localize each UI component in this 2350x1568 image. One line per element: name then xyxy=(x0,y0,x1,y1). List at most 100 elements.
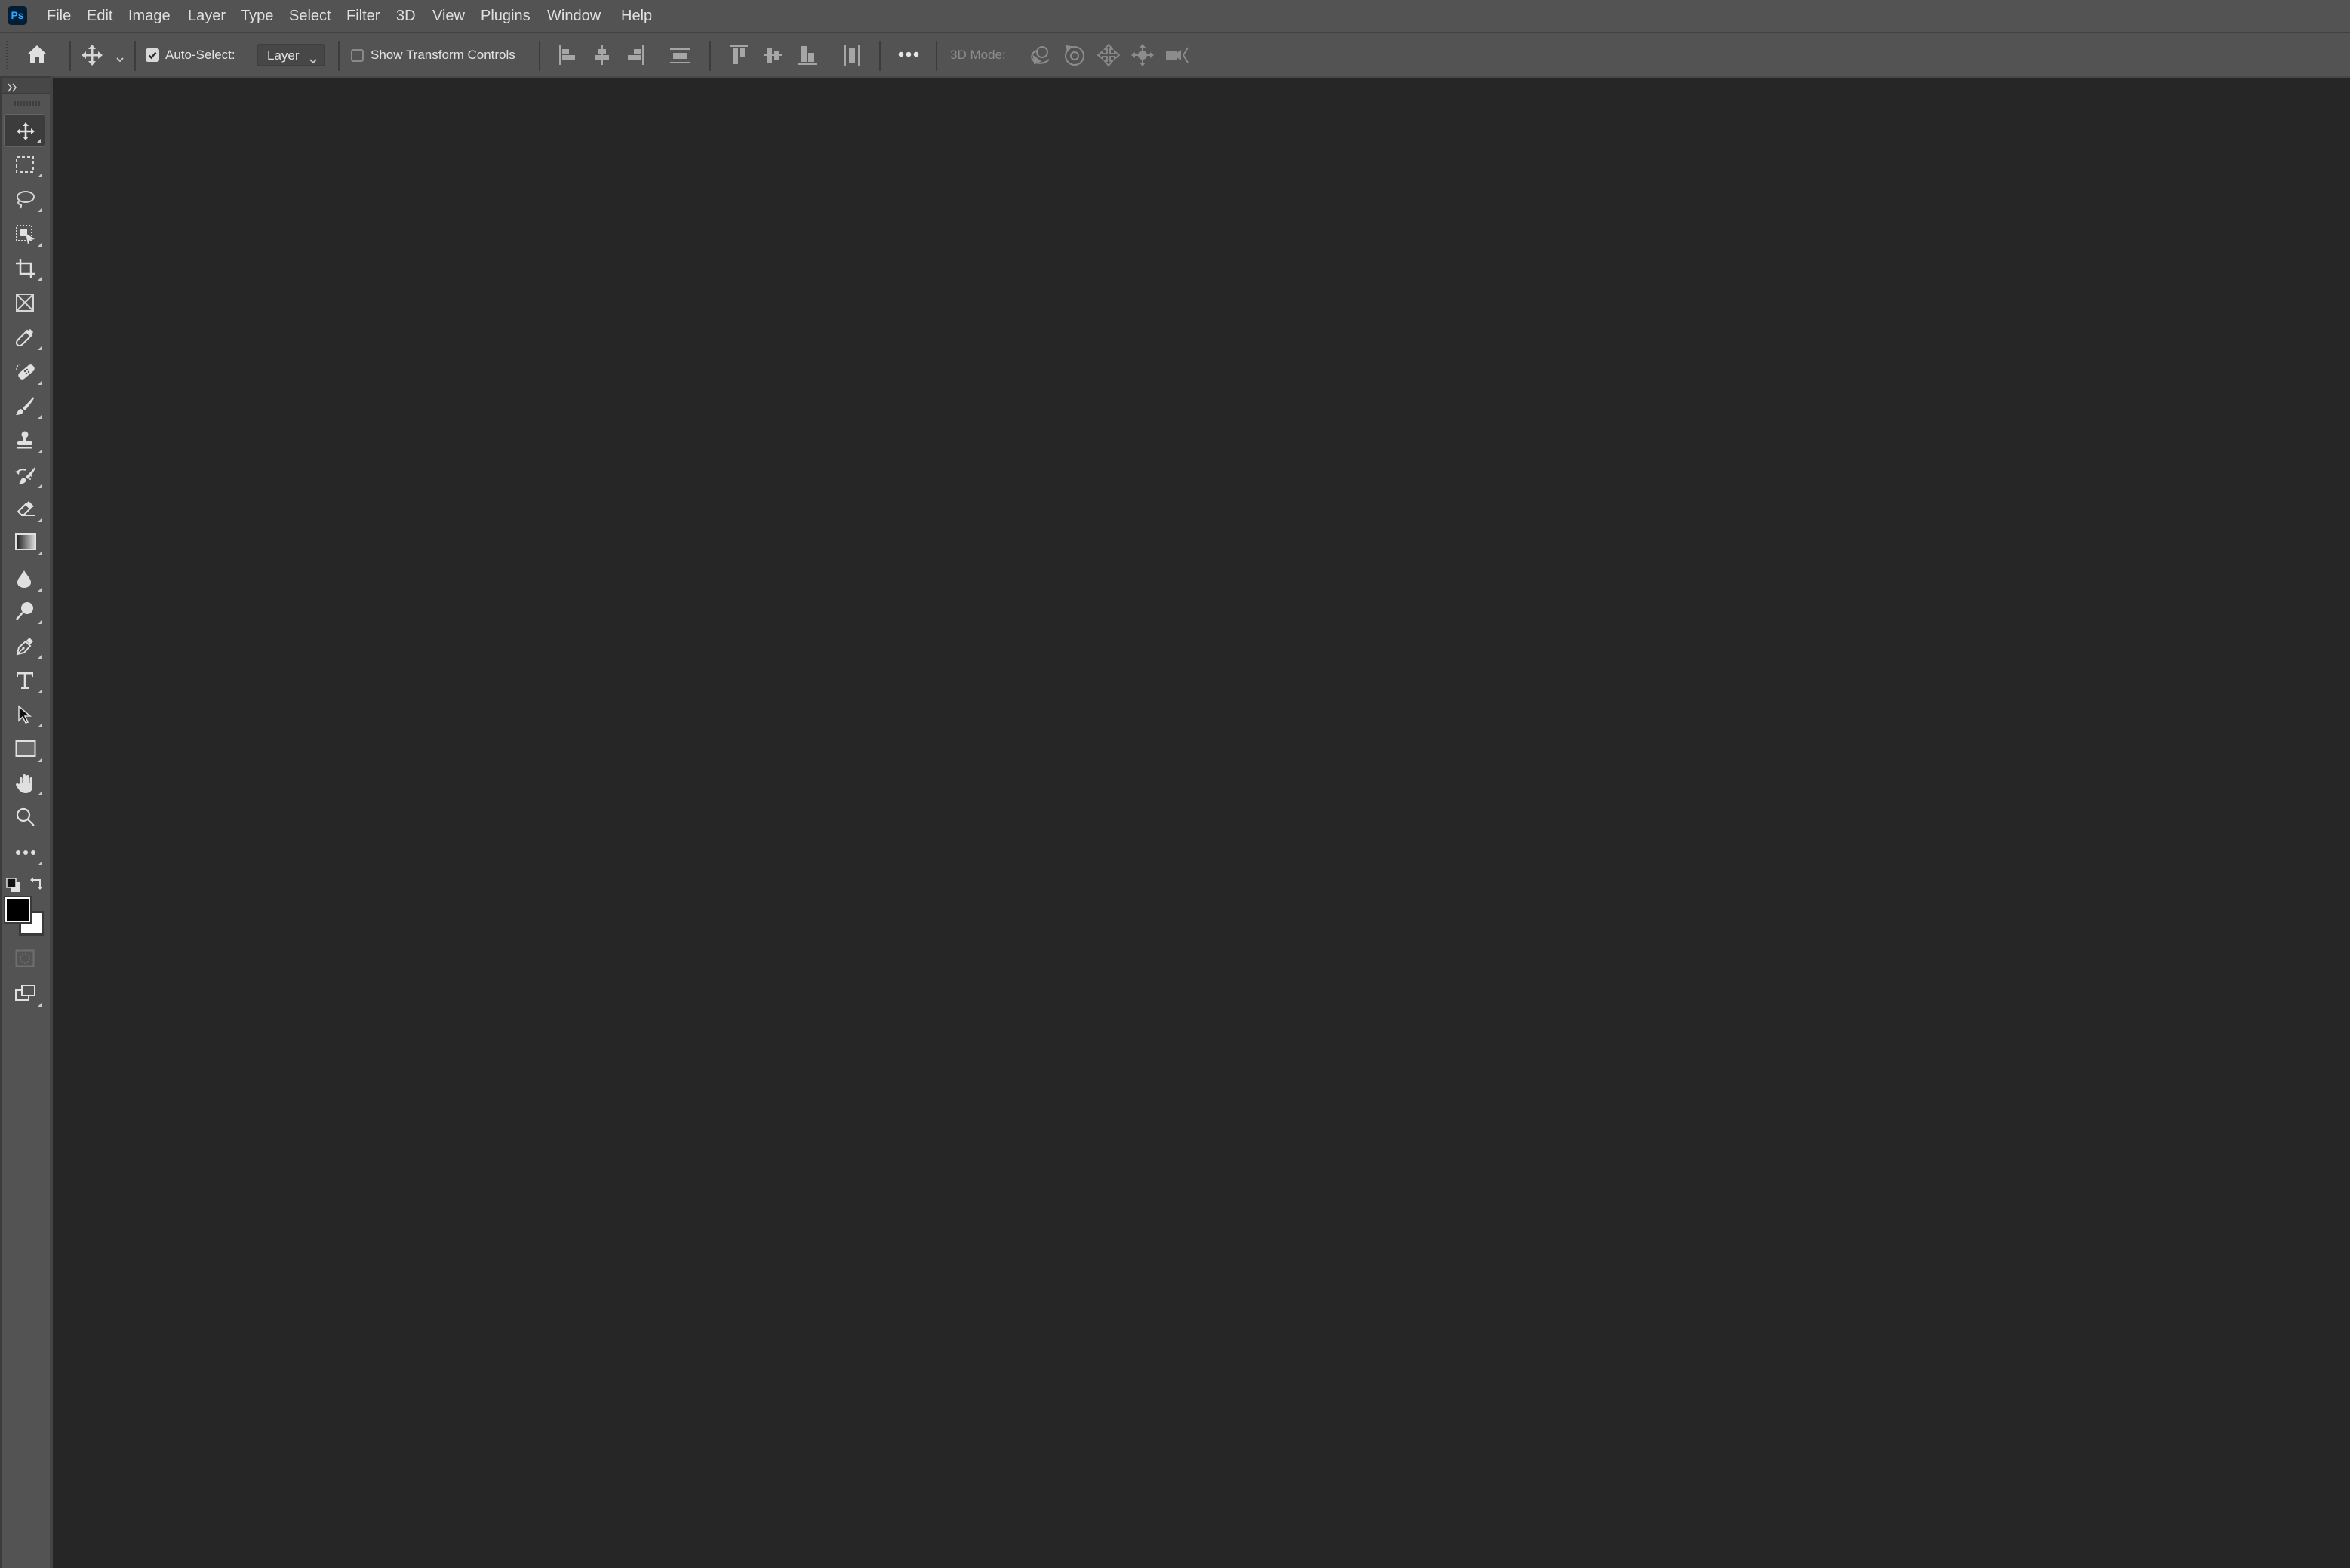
menu-bar: Ps File Edit Image Layer Type Select Fil… xyxy=(0,0,2350,33)
zoom-tool[interactable] xyxy=(4,800,45,833)
home-icon[interactable] xyxy=(26,45,48,64)
brush-tool[interactable] xyxy=(4,389,45,423)
auto-select-target-value: Layer xyxy=(267,48,300,63)
brush-icon xyxy=(16,397,34,415)
default-colors-icon[interactable] xyxy=(6,878,21,893)
dodge-icon xyxy=(16,602,33,620)
orbit-3d-icon[interactable] xyxy=(1028,43,1052,67)
blur-tool[interactable] xyxy=(4,562,45,595)
eraser-icon xyxy=(17,501,35,516)
hand-tool[interactable] xyxy=(4,766,45,799)
frame-tool[interactable] xyxy=(4,286,45,319)
document-workspace[interactable] xyxy=(53,78,2350,1568)
distribute-vertical-centers-icon[interactable] xyxy=(669,48,691,64)
gradient-tool[interactable] xyxy=(4,526,45,559)
separator xyxy=(338,41,340,71)
align-horizontal-centers-icon[interactable] xyxy=(593,45,611,66)
separator xyxy=(879,41,881,71)
gradient-icon xyxy=(15,533,36,550)
type-icon xyxy=(17,672,33,689)
eraser-tool[interactable] xyxy=(4,493,45,526)
more-options-icon[interactable] xyxy=(898,51,919,57)
options-bar: Auto-Select: Layer Show Transform Contro… xyxy=(0,33,2350,78)
align-right-edges-icon[interactable] xyxy=(626,45,644,66)
show-transform-controls-label: Show Transform Controls xyxy=(371,48,515,62)
marquee-icon xyxy=(16,156,34,173)
tools-panel-header xyxy=(2,78,50,93)
menu-window[interactable]: Window xyxy=(547,0,601,32)
align-bottom-edges-icon[interactable] xyxy=(798,45,817,66)
path-selection-arrow-icon xyxy=(18,705,32,724)
object-selection-tool[interactable] xyxy=(4,217,45,251)
menu-plugins[interactable]: Plugins xyxy=(481,0,531,32)
path-selection-tool[interactable] xyxy=(4,698,45,731)
blur-drop-icon xyxy=(17,570,31,588)
menu-type[interactable]: Type xyxy=(241,0,273,32)
menu-select[interactable]: Select xyxy=(289,0,331,32)
rectangular-marquee-tool[interactable] xyxy=(4,148,45,181)
photoshop-logo: Ps xyxy=(8,6,27,25)
healing-brush-icon xyxy=(16,363,35,380)
show-transform-controls-checkbox[interactable] xyxy=(351,49,364,62)
distribute-horizontal-centers-icon[interactable] xyxy=(844,44,860,66)
tools-panel-grip[interactable] xyxy=(14,101,40,106)
align-top-edges-icon[interactable] xyxy=(729,45,749,66)
eyedropper-tool[interactable] xyxy=(4,321,45,354)
swap-colors-icon[interactable] xyxy=(29,876,45,894)
edit-toolbar-button[interactable] xyxy=(4,836,45,869)
options-bar-grip[interactable] xyxy=(6,41,8,69)
move-tool[interactable] xyxy=(4,114,45,147)
crop-icon xyxy=(16,259,35,278)
align-vertical-centers-icon[interactable] xyxy=(763,45,783,66)
roll-3d-icon[interactable] xyxy=(1062,43,1086,67)
menu-filter[interactable]: Filter xyxy=(346,0,380,32)
align-left-edges-icon[interactable] xyxy=(558,45,577,66)
menu-3d[interactable]: 3D xyxy=(396,0,416,32)
pen-tool[interactable] xyxy=(4,629,45,663)
separator xyxy=(69,41,71,71)
chevron-down-icon xyxy=(309,53,318,67)
tool-preset-chevron-icon[interactable] xyxy=(115,51,125,66)
auto-select-label: Auto-Select: xyxy=(165,48,235,62)
object-selection-icon xyxy=(16,225,35,244)
separator xyxy=(936,41,937,71)
frame-icon xyxy=(16,294,34,312)
hand-icon xyxy=(16,774,32,793)
menu-view[interactable]: View xyxy=(432,0,465,32)
slide-3d-icon[interactable] xyxy=(1130,43,1155,67)
spot-healing-brush-tool[interactable] xyxy=(4,355,45,389)
scale-3d-icon[interactable] xyxy=(1165,45,1189,66)
drag-3d-icon[interactable] xyxy=(1097,43,1121,67)
magnifier-icon xyxy=(16,807,35,826)
separator xyxy=(134,41,136,71)
eyedropper-icon xyxy=(15,329,33,347)
screen-mode-button[interactable] xyxy=(4,977,45,1010)
quick-mask-icon xyxy=(15,949,35,967)
auto-select-checkbox[interactable] xyxy=(146,48,159,62)
menu-help[interactable]: Help xyxy=(621,0,652,32)
crop-tool[interactable] xyxy=(4,251,45,284)
history-brush-tool[interactable] xyxy=(4,459,45,492)
dodge-tool[interactable] xyxy=(4,595,45,628)
menu-edit[interactable]: Edit xyxy=(87,0,112,32)
lasso-tool[interactable] xyxy=(4,183,45,216)
type-tool[interactable] xyxy=(4,664,45,697)
collapse-panel-icon[interactable] xyxy=(8,81,18,95)
foreground-color-swatch[interactable] xyxy=(4,896,32,924)
menu-layer[interactable]: Layer xyxy=(188,0,226,32)
menu-image[interactable]: Image xyxy=(128,0,171,32)
separator xyxy=(539,41,540,71)
move-tool-icon[interactable] xyxy=(81,44,103,66)
menu-file[interactable]: File xyxy=(47,0,71,32)
separator xyxy=(709,41,711,71)
clone-stamp-tool[interactable] xyxy=(4,424,45,457)
quick-mask-button[interactable] xyxy=(4,942,45,976)
3d-mode-label: 3D Mode: xyxy=(950,48,1006,62)
rectangle-icon xyxy=(15,740,36,757)
clone-stamp-icon xyxy=(17,431,32,449)
auto-select-target-dropdown[interactable]: Layer xyxy=(257,44,325,66)
rectangle-tool[interactable] xyxy=(4,733,45,766)
move-icon xyxy=(17,122,35,140)
screen-mode-icon xyxy=(15,985,35,1001)
more-tools-icon xyxy=(16,850,35,855)
